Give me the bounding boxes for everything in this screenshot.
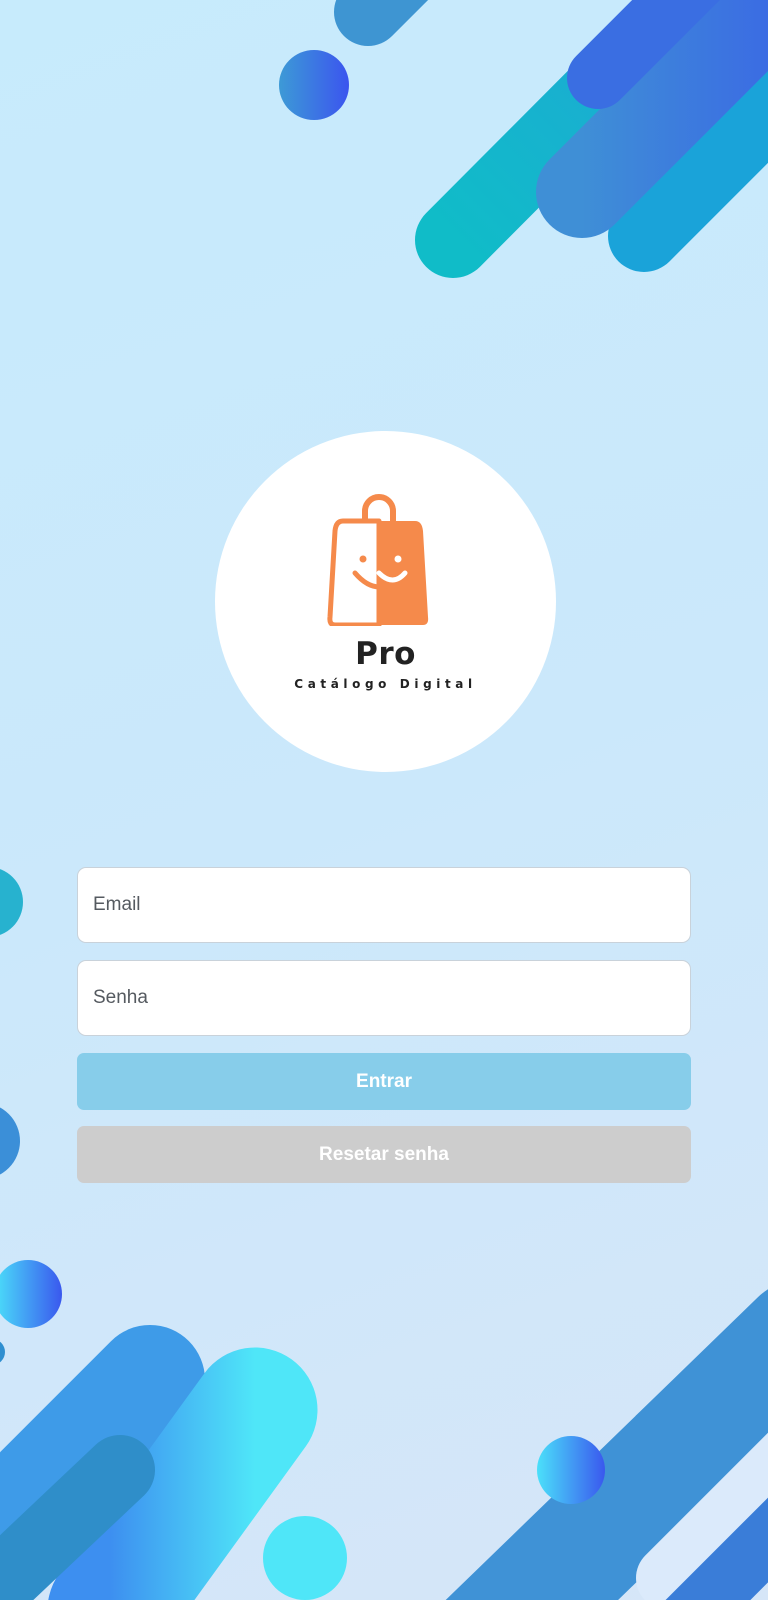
password-field[interactable] xyxy=(77,960,691,1036)
logo: Pro Catálogo Digital xyxy=(215,431,556,772)
decorative-background-shapes xyxy=(0,0,768,1600)
login-button[interactable]: Entrar xyxy=(77,1053,691,1110)
shopping-bag-smile-icon xyxy=(327,494,429,626)
login-screen: Pro Catálogo Digital Entrar Resetar senh… xyxy=(0,0,768,1600)
email-field[interactable] xyxy=(77,867,691,943)
logo-tagline: Catálogo Digital xyxy=(294,677,477,691)
reset-password-button[interactable]: Resetar senha xyxy=(77,1126,691,1183)
logo-brand-text: Pro xyxy=(355,636,416,672)
